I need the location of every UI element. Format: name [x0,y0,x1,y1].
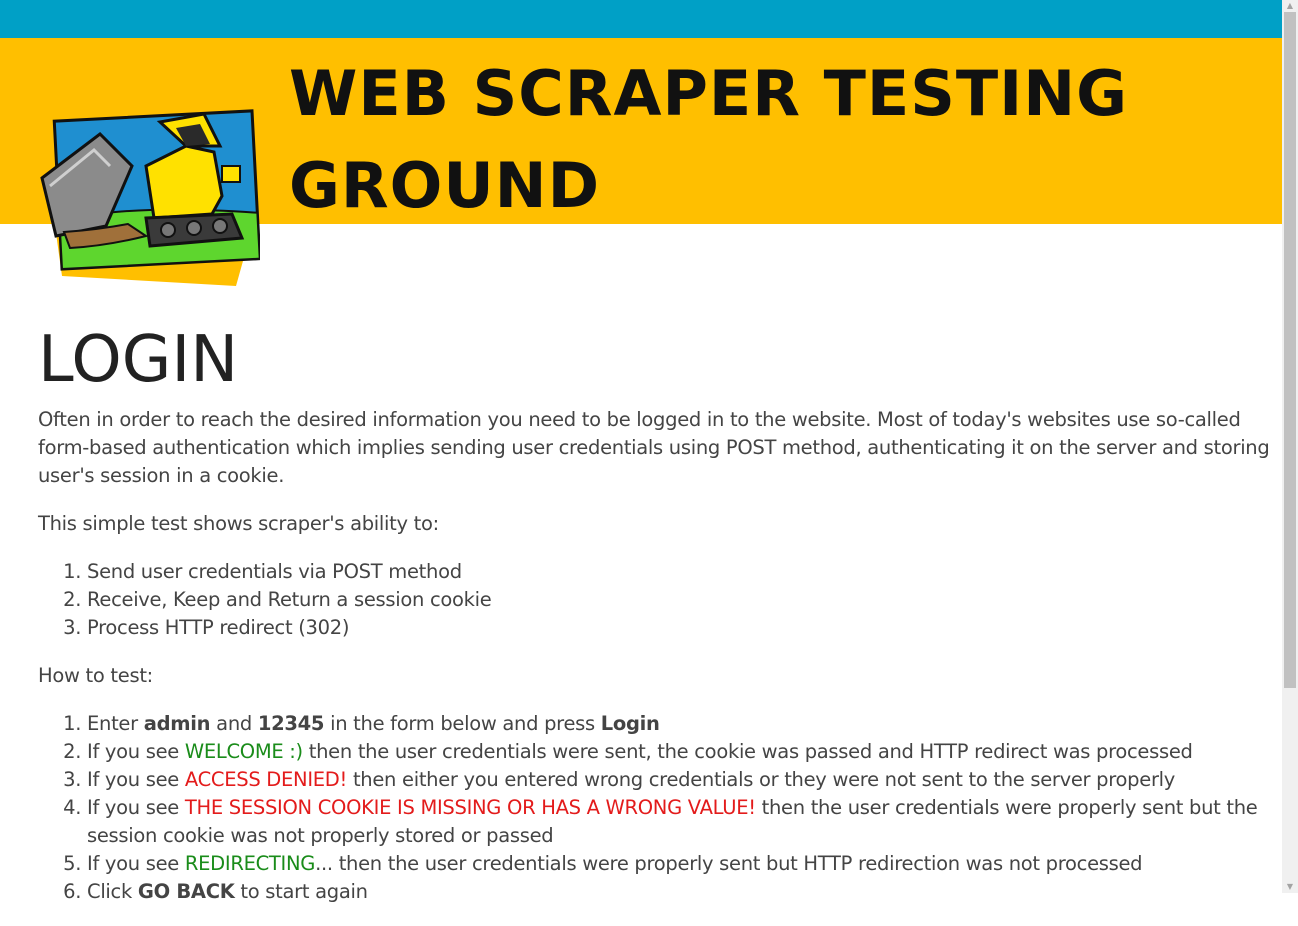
step-text: If you see [87,768,185,791]
step-text: If you see [87,796,185,819]
welcome-status: WELCOME :) [184,740,303,763]
step-text: Click [87,880,138,903]
step-text: then the user credentials were sent, the… [302,740,1193,763]
scroll-up-arrow-icon[interactable]: ▲ [1282,0,1298,12]
site-title: WEB SCRAPER TESTING GROUND [289,48,1128,232]
redirecting-status: REDIRECTING [184,852,316,875]
step-text: in the form below and press [324,712,601,735]
bulldozer-icon[interactable] [36,106,260,288]
step-text: If you see [87,740,185,763]
step-text: and [210,712,258,735]
login-label: Login [600,712,660,735]
site-title-line2: GROUND [289,149,601,222]
main-content: LOGIN Often in order to reach the desire… [38,318,1282,926]
ability-intro: This simple test shows scraper's ability… [38,512,439,535]
howto-steps: Enter admin and 12345 in the form below … [38,710,1282,906]
step-text: to start again [234,880,368,903]
list-item: If you see REDIRECTING... then the user … [87,850,1282,878]
list-item: Enter admin and 12345 in the form below … [87,710,1282,738]
top-strip [0,0,1282,38]
list-item: Receive, Keep and Return a session cooki… [87,586,1282,614]
scroll-down-arrow-icon[interactable]: ▼ [1282,881,1298,893]
list-item: Click GO BACK to start again [87,878,1282,906]
ability-list: Send user credentials via POST method Re… [38,558,1282,642]
username-value: admin [143,712,211,735]
list-item: If you see WELCOME :) then the user cred… [87,738,1282,766]
howto-label: How to test: [38,664,153,687]
site-title-line1: WEB SCRAPER TESTING [289,57,1129,130]
page-heading: LOGIN [38,323,239,397]
access-denied-status: ACCESS DENIED! [184,768,348,791]
intro-paragraph: Often in order to reach the desired info… [38,408,1270,487]
step-text: then either you entered wrong credential… [347,768,1176,791]
step-text: ... then the user credentials were prope… [315,852,1143,875]
cookie-missing-status: THE SESSION COOKIE IS MISSING OR HAS A W… [184,796,756,819]
list-item: If you see THE SESSION COOKIE IS MISSING… [87,794,1282,850]
step-text: If you see [87,852,185,875]
step-text: Enter [87,712,144,735]
password-value: 12345 [257,712,325,735]
list-item: Send user credentials via POST method [87,558,1282,586]
list-item: Process HTTP redirect (302) [87,614,1282,642]
scrollbar-thumb[interactable] [1284,12,1296,688]
list-item: If you see ACCESS DENIED! then either yo… [87,766,1282,794]
go-back-label: GO BACK [137,880,235,903]
